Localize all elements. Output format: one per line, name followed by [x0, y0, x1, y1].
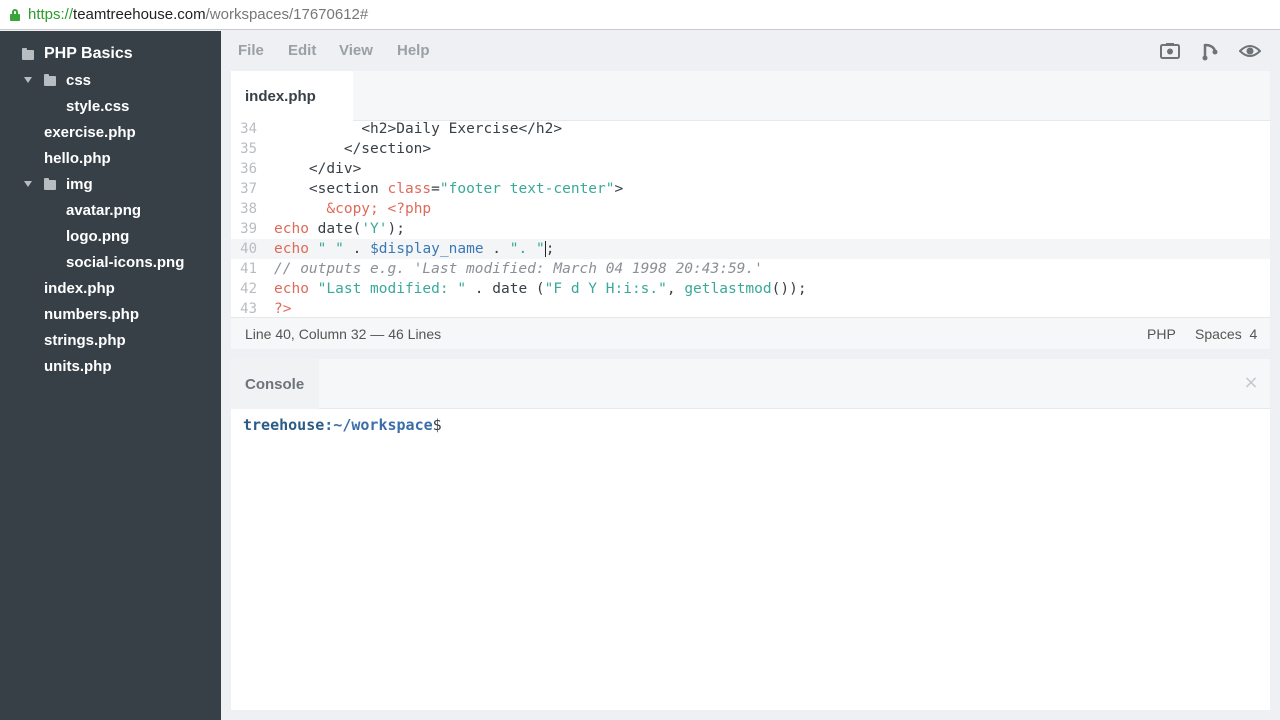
menu-view[interactable]: View — [339, 42, 373, 59]
tree-file-logo-png[interactable]: logo.png — [66, 223, 129, 249]
code-line[interactable]: 38 &copy; <?php — [231, 199, 1270, 219]
tab-index-php[interactable]: index.php — [231, 71, 353, 121]
close-icon[interactable]: × — [1243, 372, 1259, 393]
code-line[interactable]: 36 </div> — [231, 159, 1270, 179]
code-text: ?> — [274, 301, 292, 317]
menu-file[interactable]: File — [238, 42, 264, 59]
code-text: echo date('Y'); — [274, 221, 405, 237]
caret-down-icon — [24, 77, 32, 83]
code-line[interactable]: 35 </section> — [231, 139, 1270, 159]
editor-tab-bar: index.php — [231, 71, 1270, 121]
code-text: echo " " . $display_name . ". "; — [274, 241, 555, 257]
line-number: 42 — [240, 281, 257, 297]
fork-icon[interactable] — [1199, 40, 1221, 62]
code-text: </div> — [308, 161, 362, 177]
tree-file-index-php[interactable]: index.php — [44, 275, 115, 301]
code-line[interactable]: 42 echo "Last modified: " . date ("F d Y … — [231, 279, 1270, 299]
editor-panel: index.php 34 <h2>Daily Exercise</h2> 35 <… — [231, 71, 1270, 349]
line-number: 36 — [240, 161, 257, 177]
editor-status-bar: Line 40, Column 32 — 46 Lines PHP Spaces… — [231, 317, 1270, 349]
menu-help[interactable]: Help — [397, 42, 430, 59]
tree-file-exercise-php[interactable]: exercise.php — [44, 119, 136, 145]
code-line[interactable]: 41 // outputs e.g. 'Last modified: March … — [231, 259, 1270, 279]
url-text[interactable]: https://teamtreehouse.com/workspaces/176… — [28, 6, 368, 23]
line-number: 34 — [240, 121, 257, 137]
line-number: 37 — [240, 181, 257, 197]
tab-console[interactable]: Console — [231, 359, 319, 409]
tree-file-hello-php[interactable]: hello.php — [44, 145, 111, 171]
line-number: 41 — [240, 261, 257, 277]
caret-down-icon — [24, 181, 32, 187]
tree-file-strings-php[interactable]: strings.php — [44, 327, 126, 353]
code-text: <section class="footer text-center"> — [308, 181, 624, 197]
tree-file-numbers-php[interactable]: numbers.php — [44, 301, 139, 327]
tree-file-social-icons-png[interactable]: social-icons.png — [66, 249, 184, 275]
console-panel: Console × treehouse:~/workspace$ — [231, 359, 1270, 710]
console-tab-bar: Console × — [231, 359, 1270, 409]
tree-file-style-css[interactable]: style.css — [66, 93, 129, 119]
folder-icon — [44, 178, 56, 190]
file-tree-sidebar: PHP Basics css style.css exercise.php he… — [0, 31, 221, 720]
cursor-position: Line 40, Column 32 — 46 Lines — [245, 326, 442, 342]
code-editor[interactable]: 34 <h2>Daily Exercise</h2> 35 </section> 3… — [231, 119, 1270, 317]
line-number: 38 — [240, 201, 257, 217]
code-text: </section> — [343, 141, 432, 157]
code-text: echo "Last modified: " . date ("F d Y H:… — [274, 281, 807, 297]
line-number: 43 — [240, 301, 257, 317]
code-line[interactable]: 34 <h2>Daily Exercise</h2> — [231, 119, 1270, 139]
code-text: &copy; <?php — [326, 201, 432, 217]
code-line[interactable]: 40 echo " " . $display_name . ". "; — [231, 239, 1270, 259]
console-prompt[interactable]: treehouse:~/workspace$ — [243, 416, 442, 434]
browser-url-bar[interactable]: https://teamtreehouse.com/workspaces/176… — [0, 0, 1280, 30]
folder-icon — [44, 74, 56, 86]
lock-icon — [10, 8, 20, 21]
code-text: // outputs e.g. 'Last modified: March 04… — [274, 261, 763, 277]
code-line[interactable]: 43 ?> — [231, 299, 1270, 317]
code-text: <h2>Daily Exercise</h2> — [361, 121, 563, 137]
svg-text:×: × — [1243, 375, 1258, 391]
folder-icon — [22, 48, 34, 60]
camera-icon[interactable] — [1159, 40, 1181, 62]
language-selector[interactable]: PHP — [1147, 326, 1176, 342]
menu-bar: File Edit View Help — [221, 31, 1280, 71]
line-number: 39 — [240, 221, 257, 237]
menu-edit[interactable]: Edit — [288, 42, 316, 59]
code-line[interactable]: 39 echo date('Y'); — [231, 219, 1270, 239]
eye-icon[interactable] — [1238, 40, 1262, 62]
indent-selector[interactable]: Spaces 4 — [1195, 326, 1257, 342]
tree-file-avatar-png[interactable]: avatar.png — [66, 197, 141, 223]
code-line[interactable]: 37 <section class="footer text-center"> — [231, 179, 1270, 199]
line-number: 35 — [240, 141, 257, 157]
line-number: 40 — [240, 241, 257, 257]
tree-file-units-php[interactable]: units.php — [44, 353, 112, 379]
